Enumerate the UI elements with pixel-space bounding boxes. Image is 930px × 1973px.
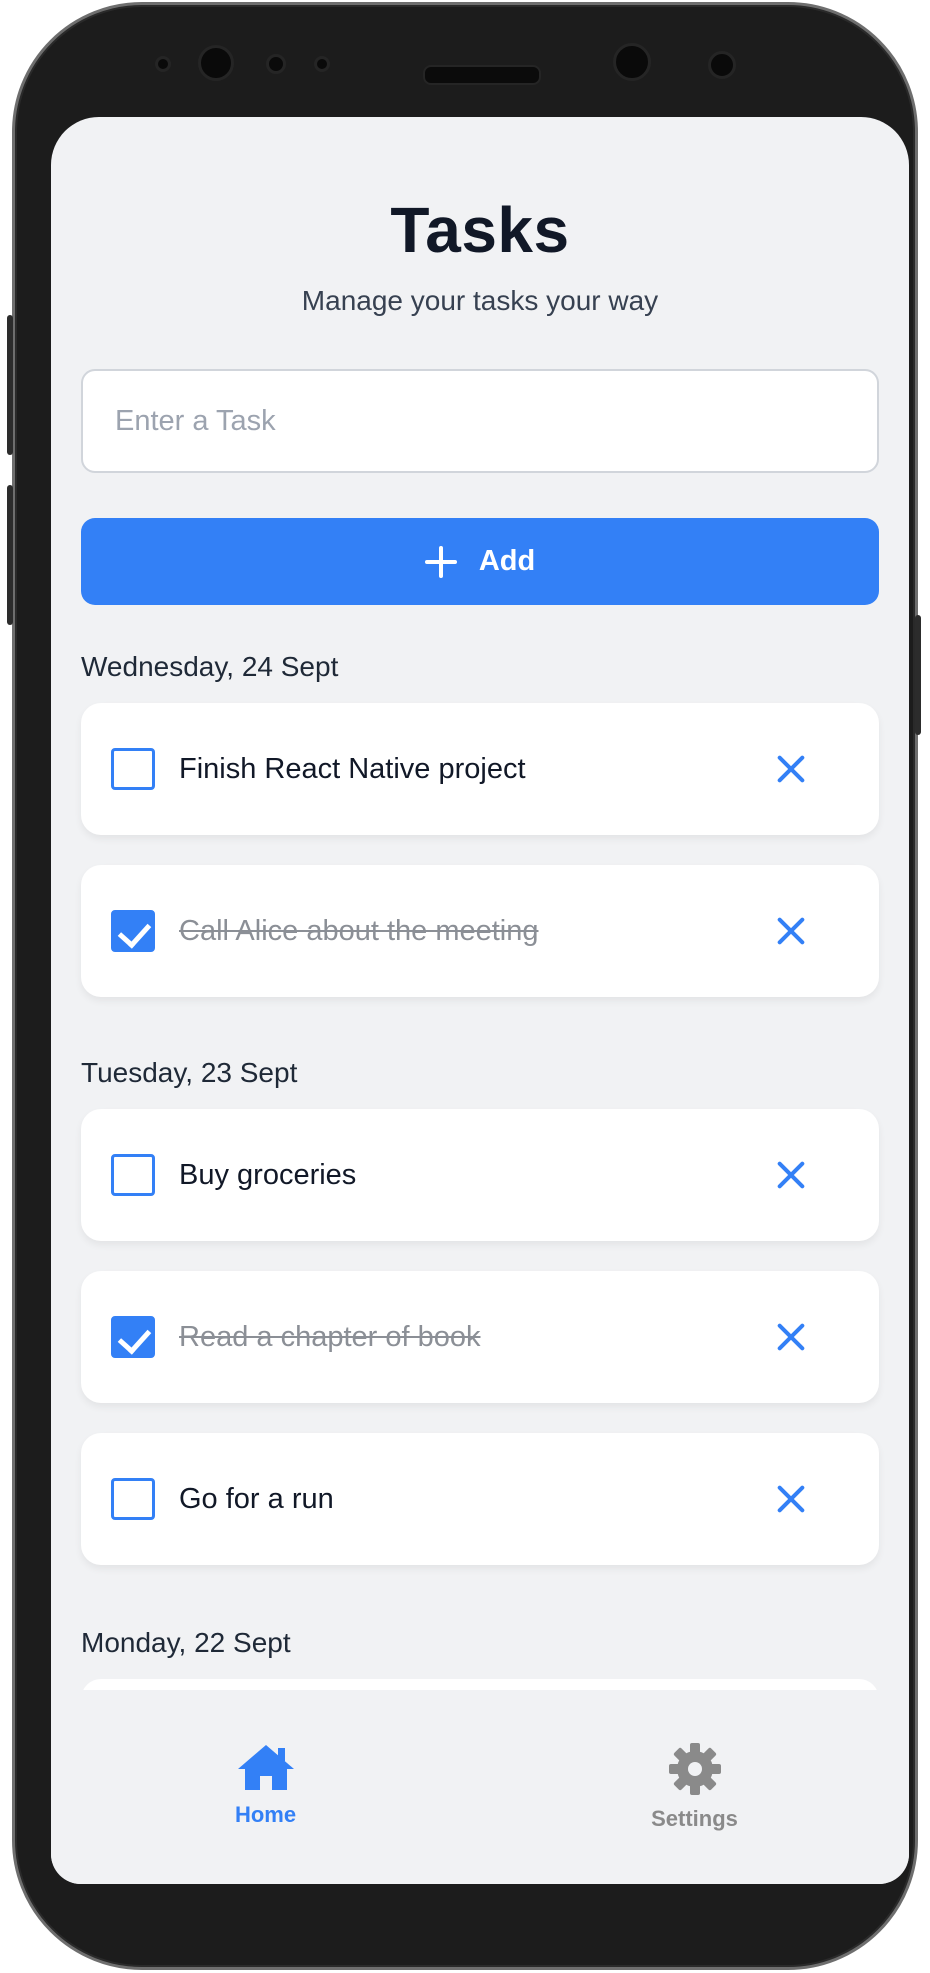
tab-home[interactable]: Home [51,1690,480,1884]
tab-home-label: Home [234,1802,297,1827]
volume-up-button [7,315,13,455]
power-button [915,615,921,735]
task-text: Go for a run [179,1483,334,1515]
section-date-heading: Tuesday, 23 Sept [81,1057,298,1088]
sensor-icon [266,54,286,74]
tab-settings-label: Settings [651,1806,738,1831]
gear-icon [668,1743,721,1795]
task-card: Call Alice about the meeting [81,865,879,997]
page-title: Tasks [390,194,570,266]
task-checkbox[interactable] [111,1478,155,1520]
page-subtitle: Manage your tasks your way [301,285,659,316]
delete-task-button[interactable] [769,1477,813,1521]
sensor-icon [708,51,736,79]
camera-icon [613,43,651,81]
task-text: Read a chapter of book [179,1321,481,1353]
earpiece-speaker [423,65,541,85]
delete-task-button[interactable] [769,909,813,953]
bottom-tab-bar: Home Settings [51,1690,909,1884]
task-checkbox[interactable] [111,1154,155,1196]
front-camera-icon [198,45,234,81]
sensor-icon [314,56,330,72]
delete-task-button[interactable] [769,747,813,791]
delete-task-button[interactable] [769,1315,813,1359]
checkmark-icon [117,914,152,949]
plus-icon [424,545,457,578]
task-text: Call Alice about the meeting [179,915,539,947]
section-date-heading: Wednesday, 24 Sept [81,651,339,682]
task-input[interactable] [81,369,879,473]
delete-task-button[interactable] [769,1153,813,1197]
tab-settings[interactable]: Settings [480,1690,909,1884]
task-checkbox[interactable] [111,1316,155,1358]
task-text: Finish React Native project [179,753,526,785]
section-date-heading: Monday, 22 Sept [81,1627,291,1658]
add-button-label: Add [478,545,536,577]
task-text: Buy groceries [179,1159,357,1191]
phone-frame: Tasks Manage your tasks your way Add Wed… [7,2,921,1970]
checkmark-icon [117,1320,152,1355]
task-card: Buy groceries [81,1109,879,1241]
sensor-icon [155,56,171,72]
task-checkbox[interactable] [111,910,155,952]
home-icon [237,1745,294,1790]
add-task-button[interactable]: Add [81,518,879,605]
app-screen: Tasks Manage your tasks your way Add Wed… [51,117,909,1884]
volume-down-button [7,485,13,625]
task-checkbox[interactable] [111,748,155,790]
task-card: Finish React Native project [81,703,879,835]
task-card: Go for a run [81,1433,879,1565]
task-card: Read a chapter of book [81,1271,879,1403]
